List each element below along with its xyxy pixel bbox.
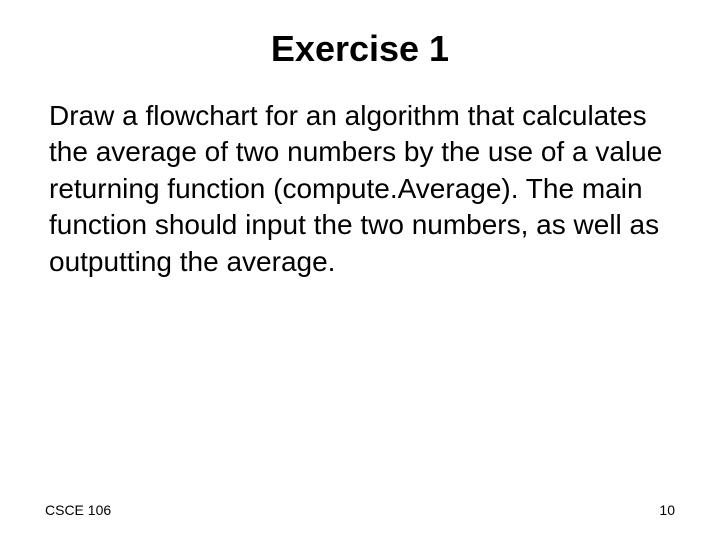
slide-body: Draw a flowchart for an algorithm that c… [45, 98, 675, 280]
footer-course-code: CSCE 106 [45, 502, 111, 518]
slide-footer: CSCE 106 10 [45, 502, 675, 518]
footer-page-number: 10 [659, 502, 675, 518]
slide-title: Exercise 1 [45, 28, 675, 70]
slide-container: Exercise 1 Draw a flowchart for an algor… [0, 0, 720, 540]
